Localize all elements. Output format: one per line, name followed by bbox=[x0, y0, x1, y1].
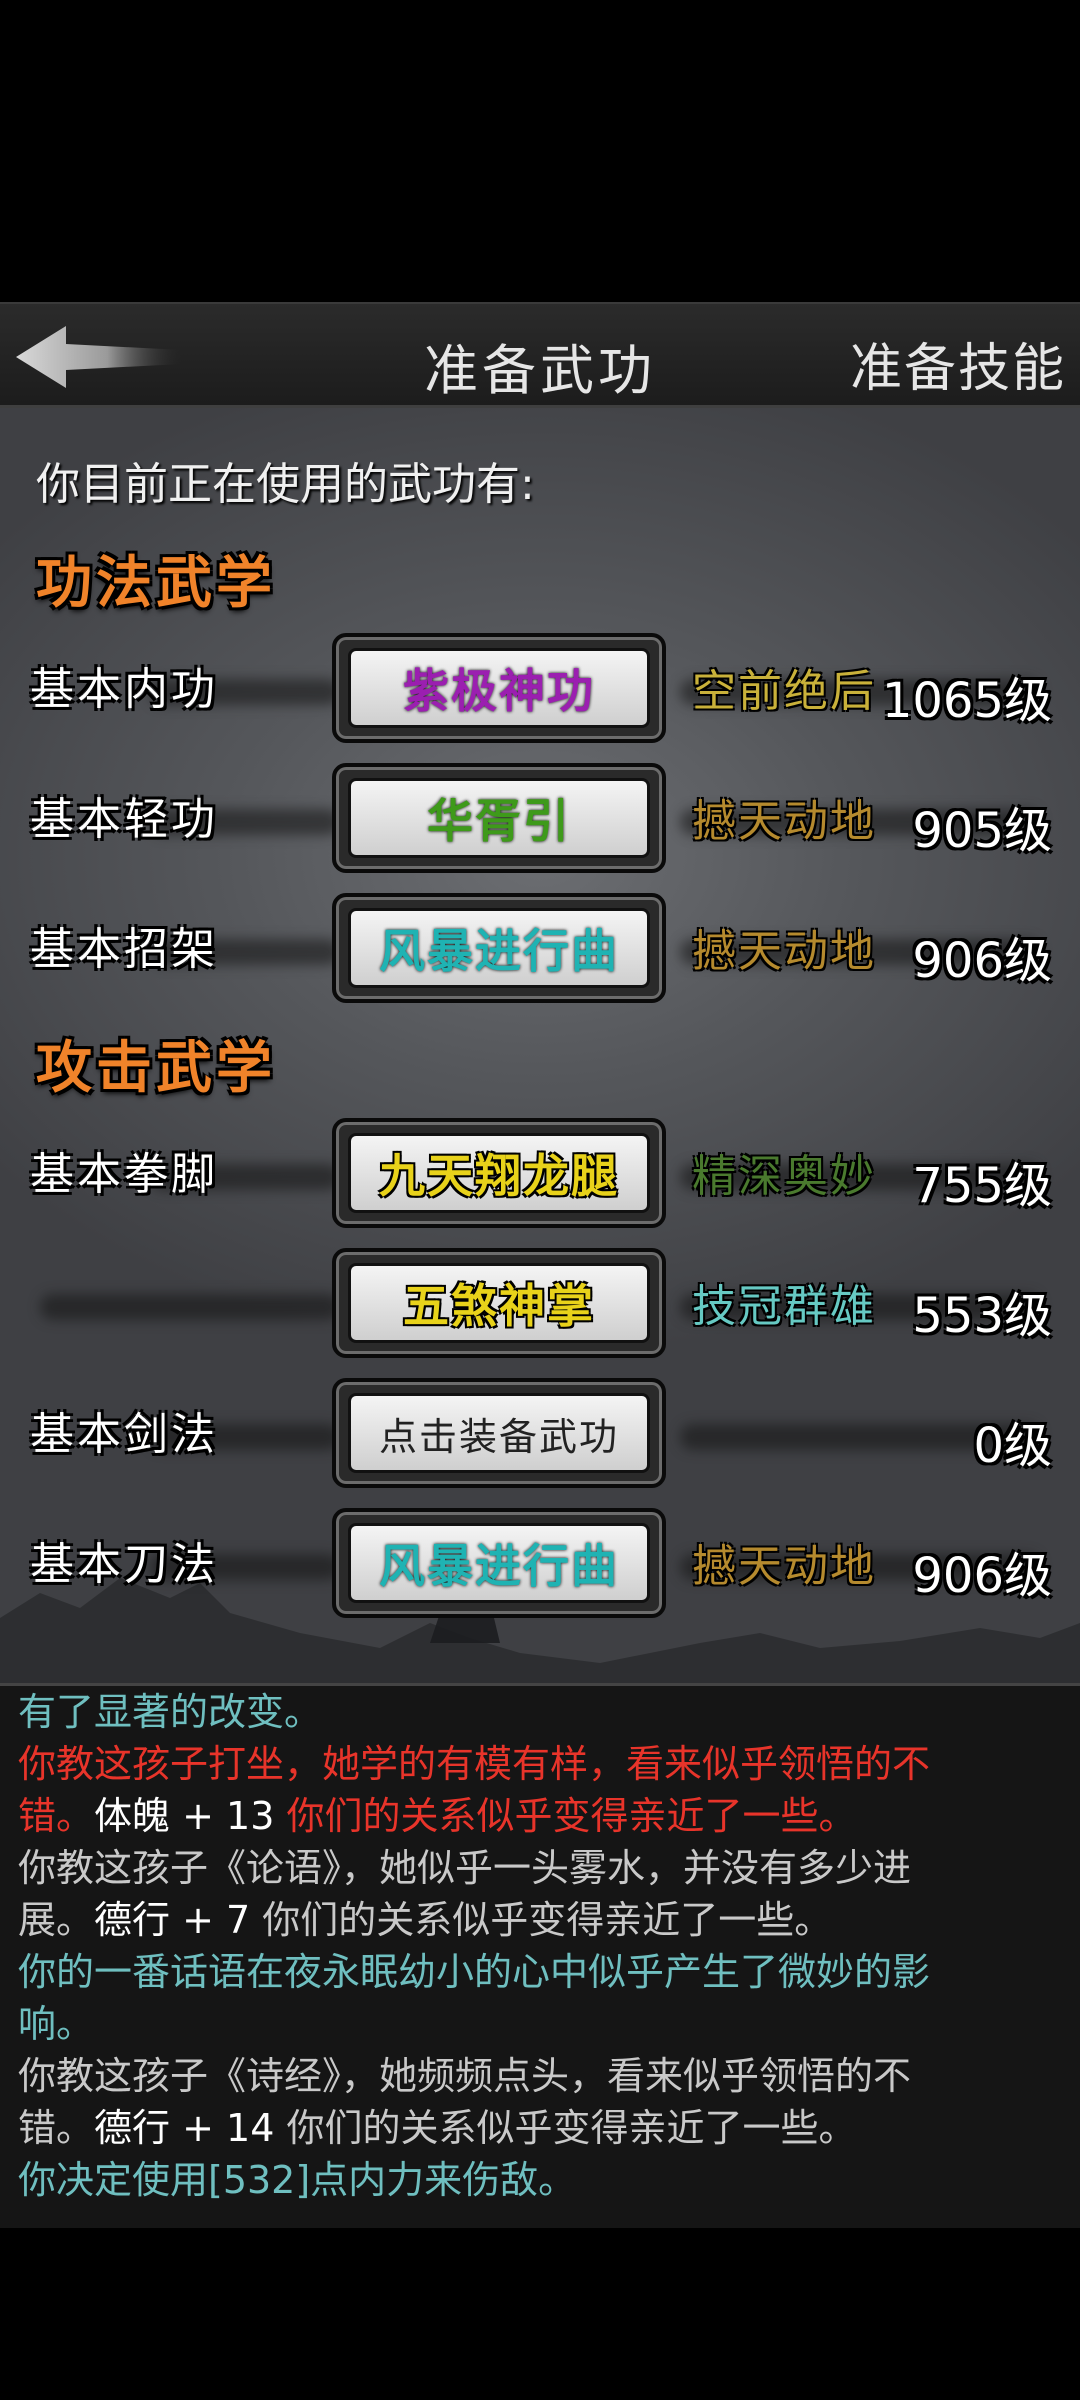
slot-label: 基本剑法 bbox=[30, 1409, 218, 1460]
log-text: 德行 + 7 bbox=[94, 1898, 263, 1942]
skill-name: 风暴进行曲 bbox=[348, 908, 650, 988]
log-text: 有了显著的改变。 bbox=[18, 1690, 323, 1734]
slot-label: 基本招架 bbox=[30, 924, 218, 975]
log-text: 错。 bbox=[18, 1794, 95, 1838]
skill-level: 0级 bbox=[973, 1418, 1052, 1474]
skill-slot-button[interactable]: 九天翔龙腿 bbox=[332, 1118, 666, 1228]
log-text: 你教这孩子打坐，她学的有模有样，看来似乎领悟的不 bbox=[18, 1742, 931, 1786]
skill-name: 九天翔龙腿 bbox=[348, 1133, 650, 1213]
skill-level: 906级 bbox=[912, 1548, 1052, 1604]
log-text: 错。 bbox=[18, 2106, 95, 2150]
log-line: 你教这孩子打坐，她学的有模有样，看来似乎领悟的不 bbox=[0, 1738, 1080, 1790]
skill-rank: 空前绝后 bbox=[692, 666, 876, 717]
martial-row: 五煞神掌 技冠群雄 553级 bbox=[0, 1248, 1080, 1358]
log-text: 你的一番话语在夜永眠幼小的心中似乎产生了微妙的影 bbox=[18, 1950, 931, 1994]
equipped-martial-arts-panel: 你目前正在使用的武功有: 功法武学 基本内功 紫极神功 空前绝后 1065级 基… bbox=[0, 408, 1080, 1683]
skill-rank: 撼天动地 bbox=[692, 1541, 876, 1592]
log-line: 响。 bbox=[0, 1998, 1080, 2050]
skill-rank: 撼天动地 bbox=[692, 926, 876, 977]
header-bar: 准备武功 准备技能 bbox=[0, 302, 1080, 408]
martial-row: 基本刀法 风暴进行曲 撼天动地 906级 bbox=[0, 1508, 1080, 1618]
log-text: 德行 + 14 bbox=[94, 2106, 287, 2150]
log-line: 你教这孩子《论语》，她似乎一头雾水，并没有多少进 bbox=[0, 1842, 1080, 1894]
slot-label: 基本拳脚 bbox=[30, 1149, 218, 1200]
log-line: 错。体魄 + 13 你们的关系似乎变得亲近了一些。 bbox=[0, 1790, 1080, 1842]
ink-smear bbox=[40, 1294, 340, 1320]
skill-slot-button[interactable]: 风暴进行曲 bbox=[332, 1508, 666, 1618]
skill-level: 905级 bbox=[912, 803, 1052, 859]
log-text: 你决定使用[532]点内力来伤敌。 bbox=[18, 2158, 577, 2202]
log-line: 你的一番话语在夜永眠幼小的心中似乎产生了微妙的影 bbox=[0, 1946, 1080, 1998]
skill-name: 点击装备武功 bbox=[348, 1393, 650, 1473]
skill-name: 风暴进行曲 bbox=[348, 1523, 650, 1603]
log-text: 你们的关系似乎变得亲近了一些。 bbox=[286, 1794, 857, 1838]
log-text: 你教这孩子《诗经》，她频频点头，看来似乎领悟的不 bbox=[18, 2054, 912, 2098]
martial-row: 基本内功 紫极神功 空前绝后 1065级 bbox=[0, 633, 1080, 743]
section-title-attack: 攻击武学 bbox=[36, 1035, 276, 1101]
skill-slot-button[interactable]: 五煞神掌 bbox=[332, 1248, 666, 1358]
skill-name: 华胥引 bbox=[348, 778, 650, 858]
slot-label: 基本轻功 bbox=[30, 794, 218, 845]
slot-label: 基本刀法 bbox=[30, 1539, 218, 1590]
message-log-lines: 有了显著的改变。 你教这孩子打坐，她学的有模有样，看来似乎领悟的不 错。体魄 + 1… bbox=[0, 1686, 1080, 2206]
message-log[interactable]: 有了显著的改变。 你教这孩子打坐，她学的有模有样，看来似乎领悟的不 错。体魄 + 1… bbox=[0, 1683, 1080, 2228]
log-line: 你决定使用[532]点内力来伤敌。 bbox=[0, 2154, 1080, 2206]
log-line: 有了显著的改变。 bbox=[0, 1686, 1080, 1738]
martial-row: 基本拳脚 九天翔龙腿 精深奥妙 755级 bbox=[0, 1118, 1080, 1228]
prepare-skills-button[interactable]: 准备技能 bbox=[850, 326, 1066, 401]
skill-slot-button[interactable]: 紫极神功 bbox=[332, 633, 666, 743]
skill-name: 五煞神掌 bbox=[348, 1263, 650, 1343]
skill-rank: 撼天动地 bbox=[692, 796, 876, 847]
log-text: 响。 bbox=[18, 2002, 95, 2046]
skill-slot-button[interactable]: 风暴进行曲 bbox=[332, 893, 666, 1003]
slot-label: 基本内功 bbox=[30, 664, 218, 715]
martial-row: 基本轻功 华胥引 撼天动地 905级 bbox=[0, 763, 1080, 873]
intro-text: 你目前正在使用的武功有: bbox=[36, 459, 535, 510]
skill-name: 紫极神功 bbox=[348, 648, 650, 728]
skill-level: 755级 bbox=[912, 1158, 1052, 1214]
equip-skill-button[interactable]: 点击装备武功 bbox=[332, 1378, 666, 1488]
skill-level: 1065级 bbox=[881, 673, 1052, 729]
section-title-internal: 功法武学 bbox=[36, 550, 276, 616]
log-text: 展。 bbox=[18, 1898, 95, 1942]
skill-level: 553级 bbox=[912, 1288, 1052, 1344]
log-line: 你教这孩子《诗经》，她频频点头，看来似乎领悟的不 bbox=[0, 2050, 1080, 2102]
martial-row: 基本招架 风暴进行曲 撼天动地 906级 bbox=[0, 893, 1080, 1003]
log-line: 展。德行 + 7 你们的关系似乎变得亲近了一些。 bbox=[0, 1894, 1080, 1946]
log-text: 你教这孩子《论语》，她似乎一头雾水，并没有多少进 bbox=[18, 1846, 912, 1890]
log-text: 体魄 + 13 bbox=[94, 1794, 287, 1838]
log-line: 错。德行 + 14 你们的关系似乎变得亲近了一些。 bbox=[0, 2102, 1080, 2154]
skill-rank: 精深奥妙 bbox=[692, 1151, 876, 1202]
bottom-black-area bbox=[0, 2228, 1080, 2400]
top-black-area bbox=[0, 0, 1080, 302]
skill-level: 906级 bbox=[912, 933, 1052, 989]
skill-slot-button[interactable]: 华胥引 bbox=[332, 763, 666, 873]
log-text: 你们的关系似乎变得亲近了一些。 bbox=[286, 2106, 857, 2150]
log-text: 你们的关系似乎变得亲近了一些。 bbox=[262, 1898, 833, 1942]
skill-rank: 技冠群雄 bbox=[692, 1281, 876, 1332]
martial-row: 基本剑法 点击装备武功 0级 bbox=[0, 1378, 1080, 1488]
